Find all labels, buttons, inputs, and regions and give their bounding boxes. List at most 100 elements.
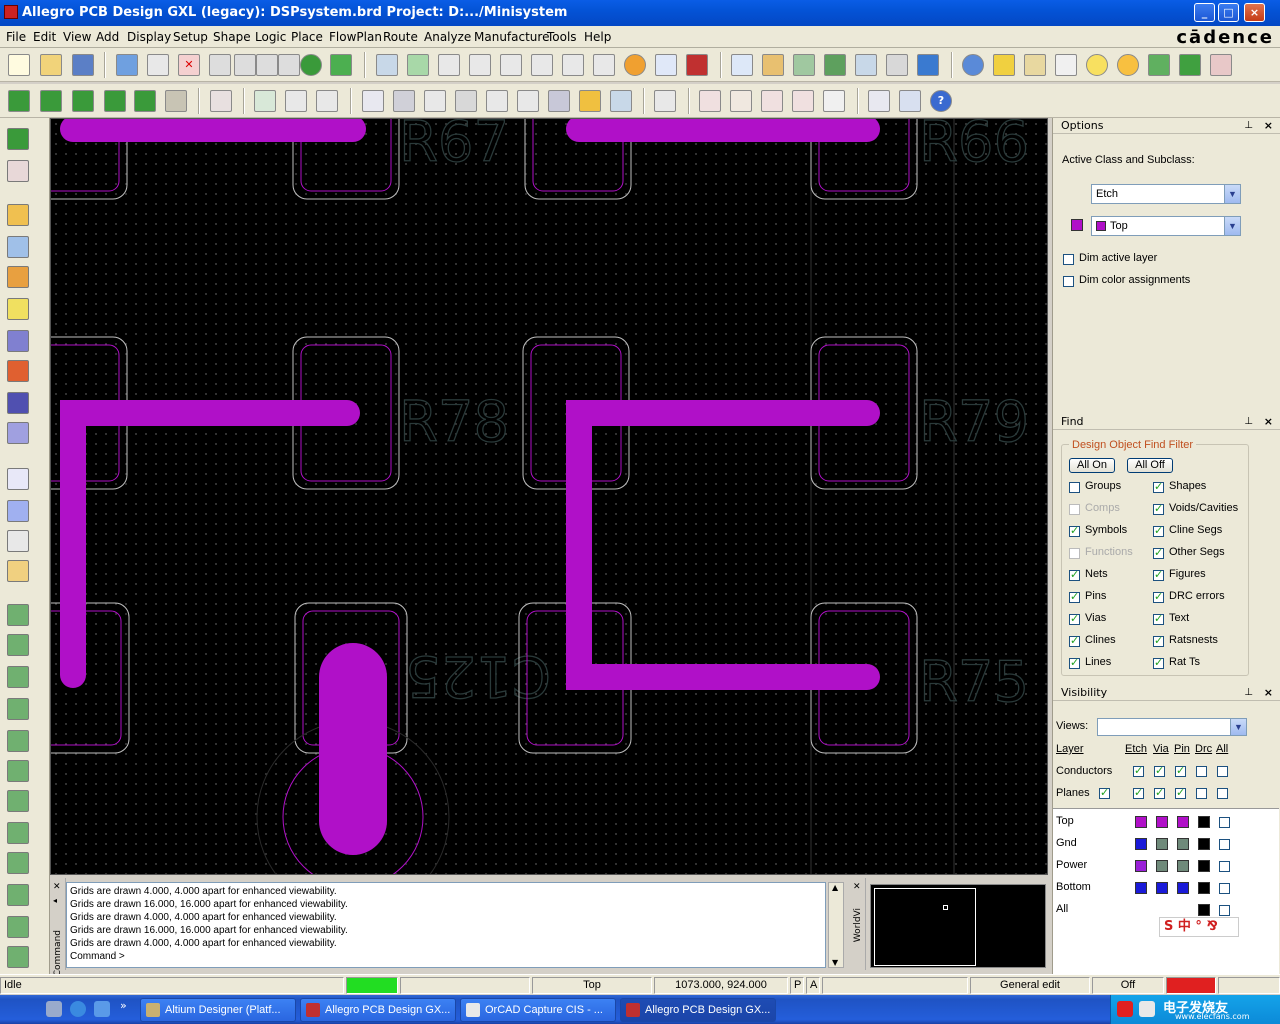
delete-icon[interactable]: ✕ (178, 54, 200, 76)
zoom-fit-icon[interactable] (438, 54, 460, 76)
pcb-canvas[interactable]: R67 R66 R78 R79 C125 R75 (50, 118, 1048, 875)
measure-horizontal-icon[interactable] (316, 90, 338, 112)
pin-icon[interactable]: ⊥ (1244, 685, 1253, 700)
layer-power-drc-swatch[interactable] (1198, 860, 1210, 872)
swap-icon[interactable] (72, 90, 94, 112)
subclass-color-swatch[interactable] (1071, 219, 1083, 231)
layer-gnd-pin-swatch[interactable] (1177, 838, 1189, 850)
layer-bottom-etch-swatch[interactable] (1135, 882, 1147, 894)
menu-help[interactable]: Help (584, 30, 611, 44)
command-prompt[interactable]: Command > (70, 950, 822, 963)
menu-shape[interactable]: Shape (213, 30, 251, 44)
component-icon[interactable] (7, 128, 29, 150)
conductors-all-checkbox[interactable] (1217, 766, 1228, 777)
layer-power-all-checkbox[interactable] (1219, 861, 1230, 872)
layer-bottom-drc-swatch[interactable] (1198, 882, 1210, 894)
chip-icon[interactable] (548, 90, 570, 112)
copy-icon[interactable] (147, 54, 169, 76)
desktop-icon[interactable] (46, 1001, 62, 1017)
menu-display[interactable]: Display (127, 30, 171, 44)
array-icon[interactable] (610, 90, 632, 112)
chevron-down-icon[interactable]: ▼ (1230, 719, 1246, 735)
find-drc-errors-checkbox[interactable] (1153, 590, 1164, 603)
new-file-icon[interactable] (8, 54, 30, 76)
move-icon[interactable] (116, 54, 138, 76)
route-add-connect-icon[interactable] (7, 204, 29, 226)
glue-icon[interactable] (7, 730, 29, 752)
close-icon[interactable]: × (1264, 414, 1273, 429)
layer-gnd-drc-swatch[interactable] (1198, 838, 1210, 850)
dimension-icon[interactable] (254, 90, 276, 112)
redo-icon[interactable] (256, 54, 278, 76)
layer-power-pin-swatch[interactable] (1177, 860, 1189, 872)
planes-via-checkbox[interactable] (1154, 786, 1165, 799)
subclass-select[interactable]: Top ▼ (1091, 216, 1241, 236)
find-groups-checkbox[interactable] (1069, 482, 1080, 493)
find-text-checkbox[interactable] (1153, 612, 1164, 625)
close-button[interactable]: × (1244, 3, 1265, 22)
planes-pin-checkbox[interactable] (1175, 786, 1186, 799)
conductors-drc-checkbox[interactable] (1196, 766, 1207, 777)
menu-setup[interactable]: Setup (173, 30, 208, 44)
close-icon[interactable]: ✕ (853, 882, 861, 892)
menu-add[interactable]: Add (96, 30, 119, 44)
planes-all-checkbox[interactable] (1217, 788, 1228, 799)
shield-route-icon[interactable] (7, 392, 29, 414)
add-text-icon[interactable] (7, 530, 29, 552)
sigma-icon[interactable] (1179, 54, 1201, 76)
brush-icon[interactable] (1055, 54, 1077, 76)
measure-icon[interactable] (1024, 54, 1046, 76)
shadow-icon[interactable] (824, 54, 846, 76)
odb-icon[interactable] (362, 90, 384, 112)
menu-file[interactable]: File (6, 30, 26, 44)
info-icon[interactable] (962, 54, 984, 76)
layer-bottom-all-checkbox[interactable] (1219, 883, 1230, 894)
find-symbols-checkbox[interactable] (1069, 524, 1080, 537)
close-icon[interactable]: ✕ (53, 882, 61, 892)
dim-color-assignments-checkbox[interactable] (1063, 276, 1074, 287)
ie-icon[interactable] (70, 1001, 86, 1017)
grid-icon[interactable] (376, 54, 398, 76)
dim-active-layer-checkbox[interactable] (1063, 254, 1074, 265)
world-icon[interactable] (917, 54, 939, 76)
highlight-icon[interactable] (1086, 54, 1108, 76)
conductors-etch-checkbox[interactable] (1133, 764, 1144, 777)
bubble-icon[interactable] (7, 330, 29, 352)
help-icon[interactable]: ? (930, 90, 952, 112)
planes-drc-checkbox[interactable] (1196, 788, 1207, 799)
book-icon[interactable] (730, 90, 752, 112)
find-shapes-checkbox[interactable] (1153, 480, 1164, 493)
menu-place[interactable]: Place (291, 30, 323, 44)
chevron-icon[interactable]: » (120, 999, 127, 1012)
menu-analyze[interactable]: Analyze (424, 30, 471, 44)
zoom-previous-icon[interactable] (562, 54, 584, 76)
windows-icon[interactable] (868, 90, 890, 112)
redraw-icon[interactable] (624, 54, 646, 76)
conductors-via-checkbox[interactable] (1154, 764, 1165, 777)
task-altium[interactable]: Altium Designer (Platf... (140, 998, 296, 1022)
phase-tune-icon[interactable] (7, 422, 29, 444)
menu-view[interactable]: View (63, 30, 91, 44)
chevron-down-icon[interactable]: ▼ (1224, 185, 1240, 203)
auto-route-icon[interactable] (7, 822, 29, 844)
close-icon[interactable]: × (1264, 685, 1273, 700)
worldview-viewport-marker[interactable] (943, 905, 948, 910)
find-rat-ts-checkbox[interactable] (1153, 656, 1164, 669)
layer-gnd-etch-swatch[interactable] (1135, 838, 1147, 850)
connector-icon[interactable] (7, 160, 29, 182)
chevron-down-icon[interactable]: ▼ (1224, 217, 1240, 235)
worldview-canvas[interactable] (870, 884, 1046, 968)
views-select[interactable]: ▼ (1097, 718, 1247, 736)
show-element-icon[interactable] (993, 54, 1015, 76)
arrow-left-icon[interactable]: ◂ (53, 896, 57, 905)
unplace-icon[interactable] (210, 90, 232, 112)
network-icon[interactable] (1139, 1001, 1155, 1017)
menu-logic[interactable]: Logic (255, 30, 286, 44)
minimize-button[interactable]: _ (1194, 3, 1215, 22)
bars-icon[interactable] (1148, 54, 1170, 76)
pin-icon[interactable] (330, 54, 352, 76)
all-on-button[interactable]: All On (1069, 458, 1115, 473)
layer-power-etch-swatch[interactable] (1135, 860, 1147, 872)
find-ratsnests-checkbox[interactable] (1153, 634, 1164, 647)
find-cline-segs-checkbox[interactable] (1153, 524, 1164, 537)
